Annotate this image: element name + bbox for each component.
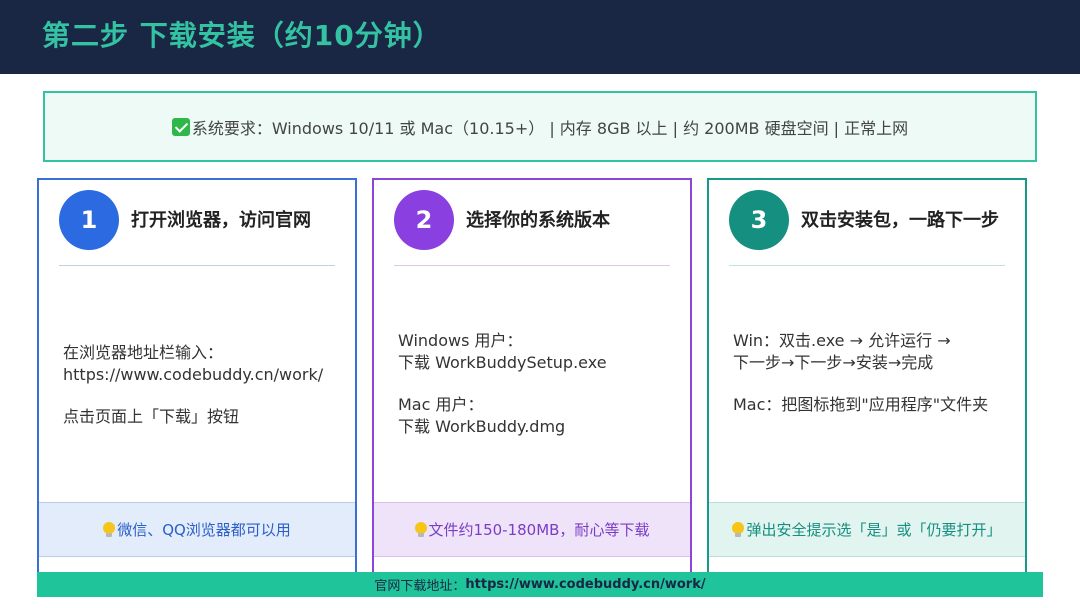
step-number-badge: 3 (729, 190, 789, 250)
instruction-paragraph: Win：双击.exe → 允许运行 → 下一步→下一步→安装→完成 (733, 331, 951, 372)
page-title: 第二步 下载安装（约10分钟） (42, 19, 442, 52)
lightbulb-icon (414, 521, 427, 538)
step-title: 打开浏览器，访问官网 (131, 210, 311, 231)
requirements-line: 系统要求：Windows 10/11 或 Mac（10.15+） | 内存 8G… (171, 115, 909, 139)
tip-bar: 微信、QQ浏览器都可以用 (39, 502, 355, 557)
tip-text: 微信、QQ浏览器都可以用 (117, 521, 291, 539)
instruction-paragraph: Mac 用户： 下载 WorkBuddy.dmg (398, 395, 566, 436)
lightbulb-icon (103, 521, 116, 538)
step-card-1: 1 打开浏览器，访问官网 在浏览器地址栏输入： https://www.code… (37, 178, 357, 578)
step-instructions: 在浏览器地址栏输入： https://www.codebuddy.cn/work… (63, 342, 339, 428)
instruction-paragraph: 点击页面上「下载」按钮 (63, 407, 240, 426)
divider (729, 265, 1005, 266)
step-instructions: Windows 用户： 下载 WorkBuddySetup.exe Mac 用户… (398, 330, 674, 438)
step-title: 选择你的系统版本 (466, 210, 610, 231)
tip-bar: 文件约150-180MB，耐心等下载 (374, 502, 690, 557)
step-number-badge: 2 (394, 190, 454, 250)
tip-text: 弹出安全提示选「是」或「仍要打开」 (746, 521, 1002, 539)
check-icon (171, 117, 190, 136)
divider (394, 265, 670, 266)
header-bar: 第二步 下载安装（约10分钟） (0, 0, 1080, 74)
divider (59, 265, 335, 266)
tip-bar: 弹出安全提示选「是」或「仍要打开」 (709, 502, 1025, 557)
step-card-2: 2 选择你的系统版本 Windows 用户： 下载 WorkBuddySetup… (372, 178, 692, 578)
footer-label: 官网下载地址： (374, 579, 466, 594)
instruction-paragraph: 在浏览器地址栏输入： https://www.codebuddy.cn/work… (63, 343, 324, 384)
step-instructions: Win：双击.exe → 允许运行 → 下一步→下一步→安装→完成 Mac：把图… (733, 330, 1009, 416)
requirements-text: 系统要求：Windows 10/11 或 Mac（10.15+） | 内存 8G… (191, 118, 909, 138)
step-card-3: 3 双击安装包，一路下一步 Win：双击.exe → 允许运行 → 下一步→下一… (707, 178, 1027, 578)
instruction-paragraph: Mac：把图标拖到"应用程序"文件夹 (733, 395, 989, 414)
instruction-paragraph: Windows 用户： 下载 WorkBuddySetup.exe (398, 331, 607, 372)
footer-bar: 官网下载地址： https://www.codebuddy.cn/work/ (37, 572, 1043, 597)
download-url-link[interactable]: https://www.codebuddy.cn/work/ (465, 577, 705, 592)
lightbulb-icon (732, 521, 745, 538)
tip-text: 文件约150-180MB，耐心等下载 (428, 521, 650, 539)
step-title: 双击安装包，一路下一步 (801, 210, 999, 231)
step-number-badge: 1 (59, 190, 119, 250)
requirements-banner: 系统要求：Windows 10/11 或 Mac（10.15+） | 内存 8G… (43, 91, 1037, 162)
